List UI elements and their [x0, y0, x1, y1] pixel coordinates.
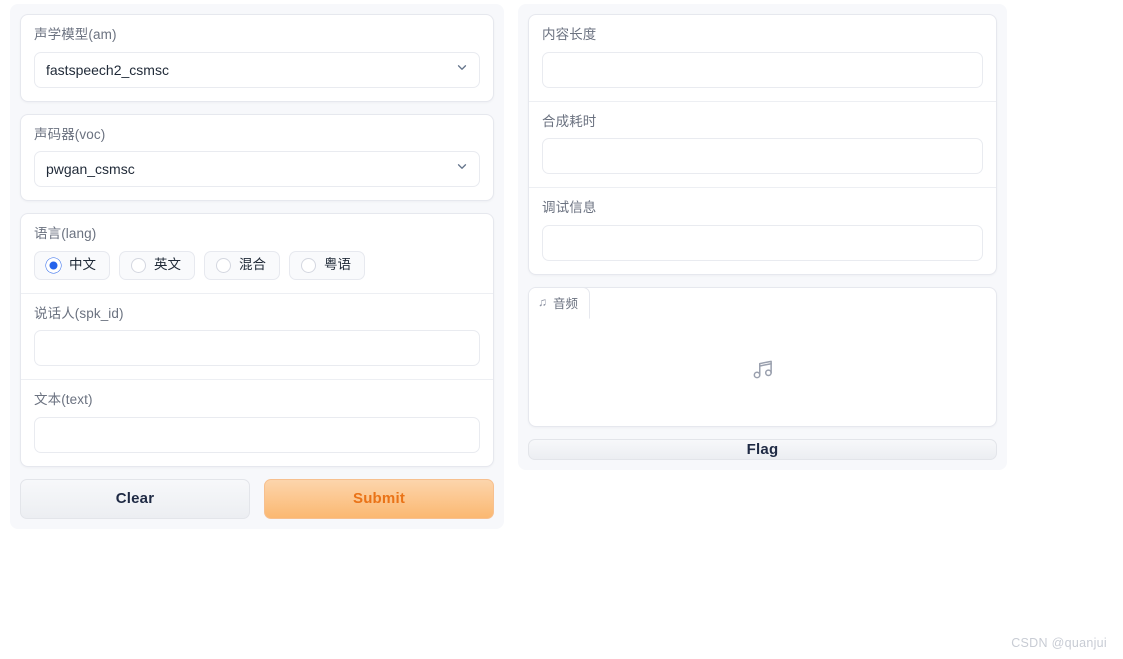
- output-info-panel: 内容长度 合成耗时 调试信息: [528, 14, 997, 275]
- acoustic-model-panel: 声学模型(am) fastspeech2_csmsc: [20, 14, 494, 102]
- radio-option-cantonese[interactable]: 粤语: [289, 250, 365, 280]
- music-note-icon: [750, 356, 776, 387]
- audio-tab-label: 音频: [553, 296, 579, 311]
- radio-indicator-icon: [301, 257, 316, 273]
- radio-option-chinese[interactable]: 中文: [34, 250, 110, 280]
- text-field: 文本(text): [21, 379, 493, 466]
- language-radio-group: 中文 英文 混合 粤语: [34, 250, 480, 280]
- radio-option-mixed[interactable]: 混合: [204, 250, 280, 280]
- vocoder-field: 声码器(voc) pwgan_csmsc: [21, 115, 493, 201]
- clear-button[interactable]: Clear: [20, 478, 250, 519]
- debug-info-label: 调试信息: [542, 200, 597, 216]
- radio-label: 中文: [69, 257, 96, 273]
- debug-info-output[interactable]: [542, 224, 983, 261]
- debug-info-field: 调试信息: [529, 187, 996, 274]
- text-label: 文本(text): [34, 392, 93, 408]
- audio-tab[interactable]: ♫ 音频: [529, 287, 591, 319]
- acoustic-model-label: 声学模型(am): [34, 27, 117, 42]
- vocoder-select-wrapper[interactable]: pwgan_csmsc: [34, 151, 480, 188]
- vocoder-select[interactable]: pwgan_csmsc: [34, 151, 480, 188]
- synthesis-time-field: 合成耗时: [529, 100, 996, 188]
- watermark: CSDN @quanjui: [1011, 636, 1107, 650]
- content-length-label: 内容长度: [542, 27, 597, 42]
- synthesis-time-output[interactable]: [542, 138, 983, 175]
- action-button-row: Clear Submit: [20, 478, 494, 519]
- content-length-output[interactable]: [542, 51, 983, 88]
- speaker-id-field: 说话人(spk_id): [21, 292, 493, 380]
- radio-label: 英文: [154, 257, 181, 273]
- acoustic-model-select[interactable]: fastspeech2_csmsc: [34, 51, 480, 88]
- submit-button[interactable]: Submit: [264, 478, 494, 519]
- vocoder-label: 声码器(voc): [34, 126, 106, 142]
- radio-option-english[interactable]: 英文: [119, 250, 195, 280]
- audio-output-panel: ♫ 音频: [528, 286, 997, 427]
- language-field: 语言(lang) 中文 英文 混合 粤语: [21, 214, 493, 293]
- text-input[interactable]: [34, 416, 480, 453]
- text-input-panel: 语言(lang) 中文 英文 混合 粤语 说话人(spk_id) 文本(text…: [20, 213, 494, 467]
- language-label: 语言(lang): [34, 226, 97, 242]
- output-column: 内容长度 合成耗时 调试信息 ♫ 音频 Flag: [518, 4, 1007, 470]
- audio-drop-area[interactable]: [529, 318, 996, 426]
- radio-label: 混合: [239, 257, 266, 273]
- acoustic-model-select-wrapper[interactable]: fastspeech2_csmsc: [34, 51, 480, 88]
- speaker-id-label: 说话人(spk_id): [34, 305, 124, 321]
- speaker-id-input[interactable]: [34, 330, 480, 367]
- radio-indicator-icon: [131, 257, 146, 273]
- synthesis-time-label: 合成耗时: [542, 113, 597, 129]
- content-length-field: 内容长度: [529, 15, 996, 101]
- input-column: 声学模型(am) fastspeech2_csmsc 声码器(voc) pwga…: [10, 4, 504, 529]
- acoustic-model-field: 声学模型(am) fastspeech2_csmsc: [21, 15, 493, 101]
- vocoder-panel: 声码器(voc) pwgan_csmsc: [20, 113, 494, 202]
- music-note-icon: ♫: [538, 295, 547, 310]
- radio-indicator-icon: [216, 257, 231, 273]
- flag-button[interactable]: Flag: [528, 438, 997, 460]
- gradio-tts-app: 声学模型(am) fastspeech2_csmsc 声码器(voc) pwga…: [0, 0, 1123, 659]
- radio-label: 粤语: [324, 257, 351, 273]
- radio-indicator-icon: [46, 257, 61, 273]
